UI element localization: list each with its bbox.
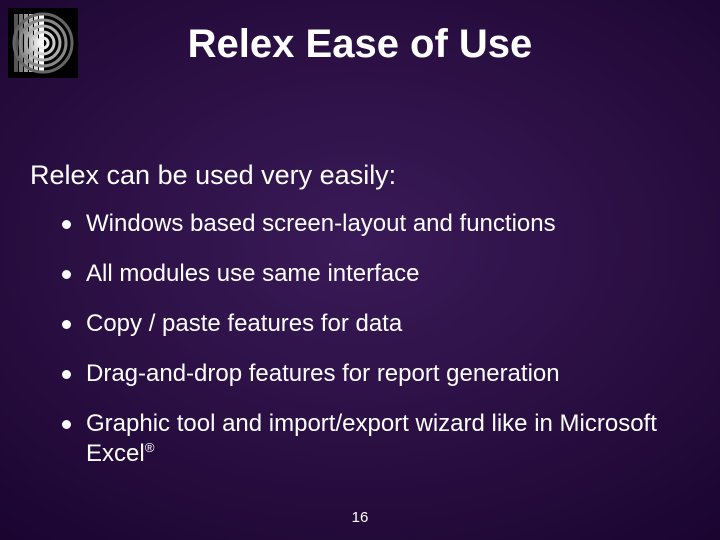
- slide-body: Relex can be used very easily: Windows b…: [30, 160, 690, 489]
- slide-subhead: Relex can be used very easily:: [30, 160, 690, 191]
- bullet-text: All modules use same interface: [86, 260, 420, 287]
- list-item: Graphic tool and import/export wizard li…: [62, 409, 690, 489]
- bullet-text: Copy / paste features for data: [86, 310, 402, 337]
- list-item: Drag-and-drop features for report genera…: [62, 359, 690, 409]
- bullet-text: Drag-and-drop features for report genera…: [86, 360, 560, 387]
- bullet-list: Windows based screen-layout and function…: [30, 209, 690, 489]
- registered-mark: ®: [145, 440, 155, 455]
- list-item: All modules use same interface: [62, 259, 690, 309]
- page-number: 16: [0, 509, 720, 526]
- slide: Relex Ease of Use Relex can be used very…: [0, 0, 720, 540]
- bullet-text: Graphic tool and import/export wizard li…: [86, 410, 657, 467]
- list-item: Windows based screen-layout and function…: [62, 209, 690, 259]
- bullet-text: Windows based screen-layout and function…: [86, 210, 556, 237]
- list-item: Copy / paste features for data: [62, 309, 690, 359]
- slide-title: Relex Ease of Use: [0, 22, 720, 67]
